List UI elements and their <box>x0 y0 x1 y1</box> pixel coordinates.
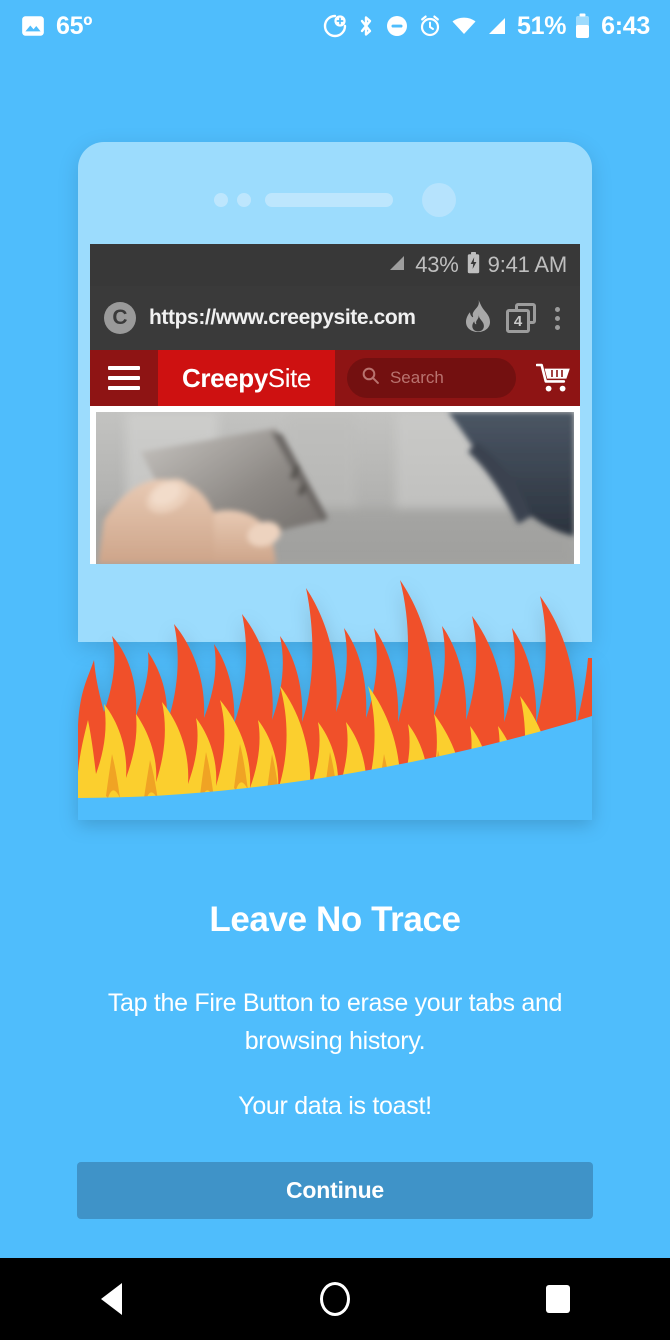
battery-icon <box>575 13 590 39</box>
site-search-input[interactable]: Search <box>346 358 516 398</box>
search-placeholder: Search <box>389 368 444 387</box>
flame-yellow-layer <box>78 686 592 820</box>
cellular-signal-icon <box>486 14 508 38</box>
kebab-dot <box>555 315 560 321</box>
hero-photo-image <box>96 412 574 564</box>
status-bar-left-group: 65º <box>20 12 92 41</box>
sensor-dot-icon <box>237 193 251 207</box>
phone-mockup: 43% 9:41 AM C https://www.creepysite.com <box>78 142 592 820</box>
cellular-signal-icon <box>387 254 407 277</box>
onboarding-content: Leave No Trace Tap the Fire Button to er… <box>0 900 670 1125</box>
onboarding-description: Tap the Fire Button to erase your tabs a… <box>107 989 563 1055</box>
browser-toolbar: C https://www.creepysite.com 4 <box>90 286 580 350</box>
nav-recents-button[interactable] <box>498 1258 618 1340</box>
mock-site-header: CreepySite Search <box>90 350 580 406</box>
site-hero-photo <box>90 406 580 564</box>
hamburger-line <box>108 386 140 390</box>
battery-charging-icon <box>467 251 480 279</box>
nav-back-button[interactable] <box>52 1258 172 1340</box>
url-bar[interactable]: https://www.creepysite.com <box>149 306 450 330</box>
wifi-icon <box>451 14 477 38</box>
kebab-dot <box>555 306 560 312</box>
sensor-dot-icon <box>214 193 228 207</box>
do-not-disturb-icon <box>385 14 409 38</box>
tab-counter-value: 4 <box>506 309 530 333</box>
site-favicon: C <box>104 302 136 334</box>
alarm-icon <box>418 14 442 38</box>
kebab-dot <box>555 324 560 330</box>
tab-counter-button[interactable]: 4 <box>506 303 536 333</box>
shopping-cart-icon[interactable] <box>528 362 580 394</box>
mock-battery-percent: 43% <box>415 252 459 277</box>
mock-clock: 9:41 AM <box>487 252 568 277</box>
hamburger-line <box>108 376 140 380</box>
image-icon <box>20 13 46 39</box>
nav-home-button[interactable] <box>275 1258 395 1340</box>
home-circle-icon <box>319 1282 350 1316</box>
site-brand-light: Site <box>267 362 312 393</box>
front-camera-icon <box>422 183 456 217</box>
battery-percent: 51% <box>517 11 567 40</box>
flame-bottom-wave <box>78 716 592 820</box>
mock-browser-status-bar: 43% 9:41 AM <box>90 244 580 286</box>
android-navigation-bar <box>0 1258 670 1340</box>
fire-button-icon[interactable] <box>463 299 493 338</box>
site-logo[interactable]: CreepySite <box>158 350 335 406</box>
site-brand-bold: Creepy <box>182 362 268 393</box>
system-clock: 6:43 <box>601 11 650 40</box>
bluetooth-icon <box>356 14 376 38</box>
status-bar-right-group: 51% 6:43 <box>323 12 650 41</box>
weather-temperature: 65º <box>56 11 93 40</box>
kebab-menu-icon[interactable] <box>549 306 566 330</box>
phone-earpiece-area <box>78 183 592 217</box>
recents-square-icon <box>546 1285 571 1313</box>
flame-inner-highlights <box>106 740 550 800</box>
onboarding-tagline: Your data is toast! <box>238 1092 432 1120</box>
system-status-bar: 65º 51% 6:43 <box>0 0 670 52</box>
page-title: Leave No Trace <box>209 900 461 939</box>
hamburger-line <box>108 366 140 370</box>
phone-screen: 43% 9:41 AM C https://www.creepysite.com <box>90 244 580 564</box>
hamburger-icon[interactable] <box>90 366 158 390</box>
earpiece-speaker <box>265 193 393 207</box>
back-triangle-icon <box>101 1283 123 1315</box>
location-add-icon <box>323 14 347 38</box>
search-icon <box>361 366 380 390</box>
continue-button[interactable]: Continue <box>77 1162 593 1219</box>
